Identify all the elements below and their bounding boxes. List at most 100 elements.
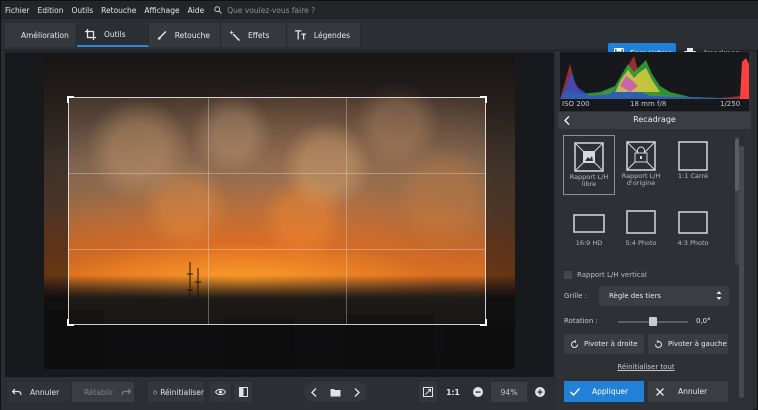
histogram [560,52,749,99]
cancel-button[interactable]: Annuler [648,381,728,402]
tab-bar: Amélioration Outils Retouche Effets Lége… [5,23,361,47]
tab-retouche[interactable]: Retouche [149,23,221,47]
main-toolbar: Amélioration Outils Retouche Effets Lége… [1,19,758,63]
crop-handle-bottom-right[interactable] [480,319,487,326]
ratio-5-4[interactable]: 5:4 Photo [615,202,667,262]
fit-screen-icon [423,387,433,397]
fit-to-screen-button[interactable] [419,382,437,402]
tab-legendes[interactable]: Légendes [287,23,361,47]
tab-label: Effets [248,30,270,40]
undo-button[interactable]: Annuler [7,382,69,402]
thirds-grid-line [207,98,209,324]
zoom-in-button[interactable] [531,382,549,402]
menu-outils[interactable]: Outils [71,6,93,15]
rotate-left-label: Pivoter à gauche [668,340,727,348]
tab-label: Retouche [174,30,210,40]
rotate-right-icon [571,339,578,348]
ratio-16-9-icon [573,214,605,233]
rotation-slider-thumb[interactable] [649,317,657,326]
shutter-value: 1/250 [720,100,741,108]
tab-effets[interactable]: Effets [221,23,287,47]
thirds-grid-line [69,248,485,250]
rotation-value: 0,0° [696,317,711,325]
ratio-free[interactable]: Rapport L/H libre [563,135,615,195]
tab-amelioration[interactable]: Amélioration [5,23,77,47]
preview-toggle-button[interactable] [210,382,230,402]
menu-bar: Fichier Edition Outils Retouche Affichag… [1,1,758,19]
magic-wand-icon [229,29,240,41]
ratio-label: 5:4 Photo [625,239,657,247]
zoom-level[interactable]: 94% [491,382,527,402]
reset-icon [153,389,157,394]
ratio-original[interactable]: Rapport L/H d'origine [615,135,667,195]
grid-setting: Grille : Règle des tiers [564,286,734,306]
eye-icon [214,388,226,396]
crop-shade [68,324,486,369]
ratio-4-3-icon [678,211,708,234]
chevron-right-icon[interactable] [354,387,361,397]
square-ratio-icon [678,141,708,171]
crop-handle-bottom-left[interactable] [67,319,74,326]
checkbox-box[interactable] [564,271,572,279]
panel-scrollbar[interactable] [739,136,745,401]
menu-retouche[interactable]: Retouche [101,6,136,15]
crop-frame[interactable] [67,96,487,326]
checkbox-label: Rapport L/H vertical [577,271,647,279]
tab-outils[interactable]: Outils [77,23,149,47]
crop-handle-top-right[interactable] [480,96,487,103]
chevron-left-icon[interactable] [310,387,317,397]
select-arrows-icon [716,291,722,300]
close-icon [656,387,664,396]
grid-value: Règle des tiers [609,292,661,300]
ratio-16-9[interactable]: 16:9 HD [563,202,615,262]
folder-icon[interactable] [330,388,341,397]
rotation-slider[interactable] [618,317,688,326]
scrollbar-thumb[interactable] [739,146,744,398]
rotate-left-icon [655,339,662,348]
grid-select[interactable]: Règle des tiers [599,286,729,306]
menu-aide[interactable]: Aide [188,6,205,15]
menu-fichier[interactable]: Fichier [5,6,30,15]
crop-panel: ISO 200 18 mm f/8 1/250 Recadrage Rappor… [556,52,753,410]
search-icon [214,6,223,14]
crop-handle-top-left[interactable] [67,96,74,103]
bottom-toolbar: Annuler Rétablir Réinitialiser 1:1 94% [1,377,556,410]
ratio-4-3[interactable]: 4:3 Photo [667,202,719,262]
ratio-square[interactable]: 1:1 Carré [667,135,719,195]
cancel-label: Annuler [678,387,708,396]
rotate-left-button[interactable]: Pivoter à gauche [648,334,728,354]
photo-editor-window: Fichier Edition Outils Retouche Affichag… [0,0,758,410]
command-search[interactable]: Que voulez-vous faire ? [214,6,315,15]
thirds-grid-line [69,173,485,175]
undo-label: Annuler [30,387,60,397]
text-icon [295,30,306,40]
split-view-icon [238,387,248,397]
grid-label: Grille : [564,292,588,300]
rotation-label: Rotation : [564,317,598,325]
original-ratio-icon [626,141,656,171]
histogram-graph [560,56,749,99]
zoom-out-button[interactable] [469,382,487,402]
exif-info: ISO 200 18 mm f/8 1/250 [560,99,749,111]
image-canvas[interactable] [5,52,554,377]
free-ratio-icon [574,142,604,172]
menu-edition[interactable]: Edition [38,6,64,15]
crop-icon [85,28,96,40]
redo-button[interactable]: Rétablir [72,382,134,402]
rotation-setting: Rotation : 0,0° [564,314,734,328]
lens-value: 18 mm f/8 [630,100,667,108]
rotate-right-button[interactable]: Pivoter à droite [564,334,644,354]
apply-button[interactable]: Appliquer [564,381,644,402]
actual-size-button[interactable]: 1:1 [442,382,464,402]
vertical-ratio-checkbox[interactable]: Rapport L/H vertical [564,271,647,279]
ratio-5-4-icon [626,210,656,234]
reset-label: Réinitialiser [160,387,204,397]
search-placeholder: Que voulez-vous faire ? [227,5,316,15]
menu-affichage[interactable]: Affichage [144,6,179,15]
reset-all-link[interactable]: Réinitialiser tout [556,363,736,371]
compare-button[interactable] [234,382,252,402]
reset-button[interactable]: Réinitialiser [148,382,204,402]
iso-value: ISO 200 [562,100,590,108]
ratio-label: 4:3 Photo [677,239,709,247]
redo-icon [121,388,132,396]
